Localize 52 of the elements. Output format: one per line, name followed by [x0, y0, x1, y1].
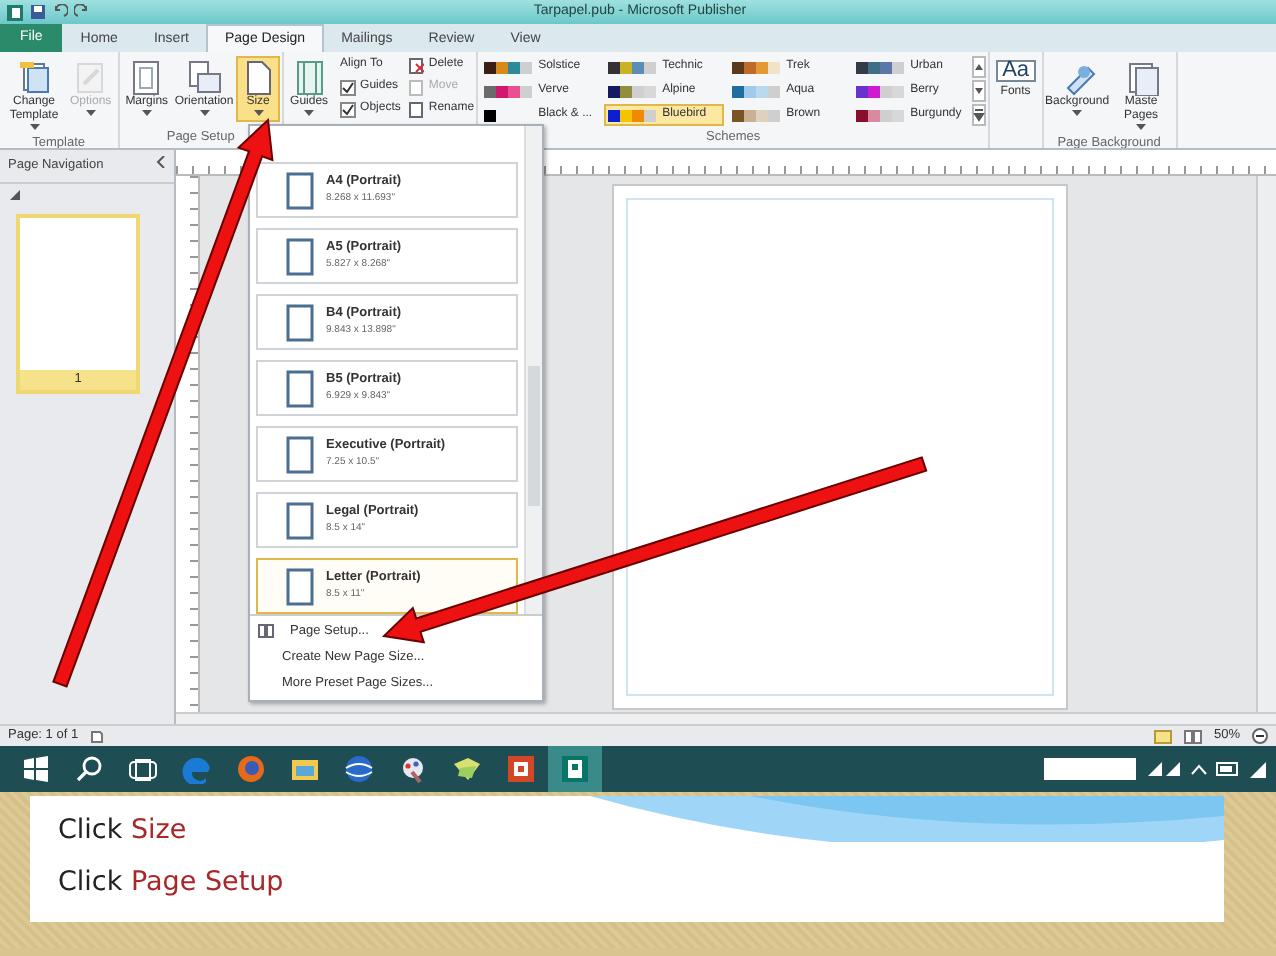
- browser-icon: [182, 754, 212, 784]
- caret-icon: [29, 124, 39, 132]
- redo-icon[interactable]: [74, 4, 90, 20]
- page-icon: [286, 567, 314, 605]
- scrollbar[interactable]: [1256, 176, 1276, 712]
- page-icon: [286, 303, 314, 341]
- windows-icon: [20, 754, 50, 784]
- caret-icon: [1136, 124, 1147, 132]
- orientation-icon: [186, 60, 223, 96]
- scroll-down-icon[interactable]: [972, 80, 987, 102]
- search-field[interactable]: [1044, 758, 1136, 780]
- globe-icon: [344, 754, 374, 784]
- save-icon[interactable]: [30, 4, 46, 20]
- instruction-text: Click Size: [58, 812, 187, 850]
- scroll-up-icon[interactable]: [972, 56, 987, 78]
- folder-icon: [290, 754, 320, 784]
- battery-icon[interactable]: [1216, 762, 1240, 776]
- paint-icon: [398, 754, 428, 784]
- app-icon[interactable]: [6, 3, 24, 21]
- undo-icon[interactable]: [52, 4, 68, 20]
- slides-icon: [506, 754, 536, 784]
- taskbar-button[interactable]: [548, 746, 602, 792]
- caret-icon: [1072, 110, 1083, 118]
- options-icon: [72, 60, 109, 96]
- search-icon: [74, 754, 104, 784]
- network-icon[interactable]: [1146, 760, 1182, 778]
- scrollbar[interactable]: [176, 712, 1276, 724]
- collapse-icon[interactable]: [156, 156, 166, 168]
- guides-icon: [291, 60, 328, 96]
- app-icon: [452, 754, 482, 784]
- template-icon: [16, 60, 52, 96]
- chevron-up-icon[interactable]: [1190, 763, 1208, 775]
- page-icon: [286, 435, 314, 473]
- caret-icon: [304, 110, 315, 118]
- page-icon: [286, 369, 314, 407]
- expand-icon[interactable]: [10, 189, 20, 200]
- zoom-out-icon[interactable]: [1252, 728, 1268, 744]
- page-icon: [408, 57, 425, 73]
- page-icon: [286, 237, 314, 275]
- browser-icon: [236, 754, 266, 784]
- scrollbar[interactable]: [524, 126, 542, 614]
- instruction-text: Click Page Setup: [58, 864, 284, 902]
- pages-icon: [1123, 60, 1160, 96]
- two-page-icon[interactable]: [1183, 729, 1202, 743]
- more-icon[interactable]: [972, 104, 987, 126]
- task-view-icon: [128, 754, 158, 784]
- page-setup-icon: [258, 624, 274, 639]
- page-icon: [286, 171, 314, 209]
- page-icon: [286, 501, 314, 539]
- publisher-icon: [560, 754, 590, 784]
- margins-icon: [128, 60, 165, 96]
- signal-icon[interactable]: [1248, 759, 1268, 779]
